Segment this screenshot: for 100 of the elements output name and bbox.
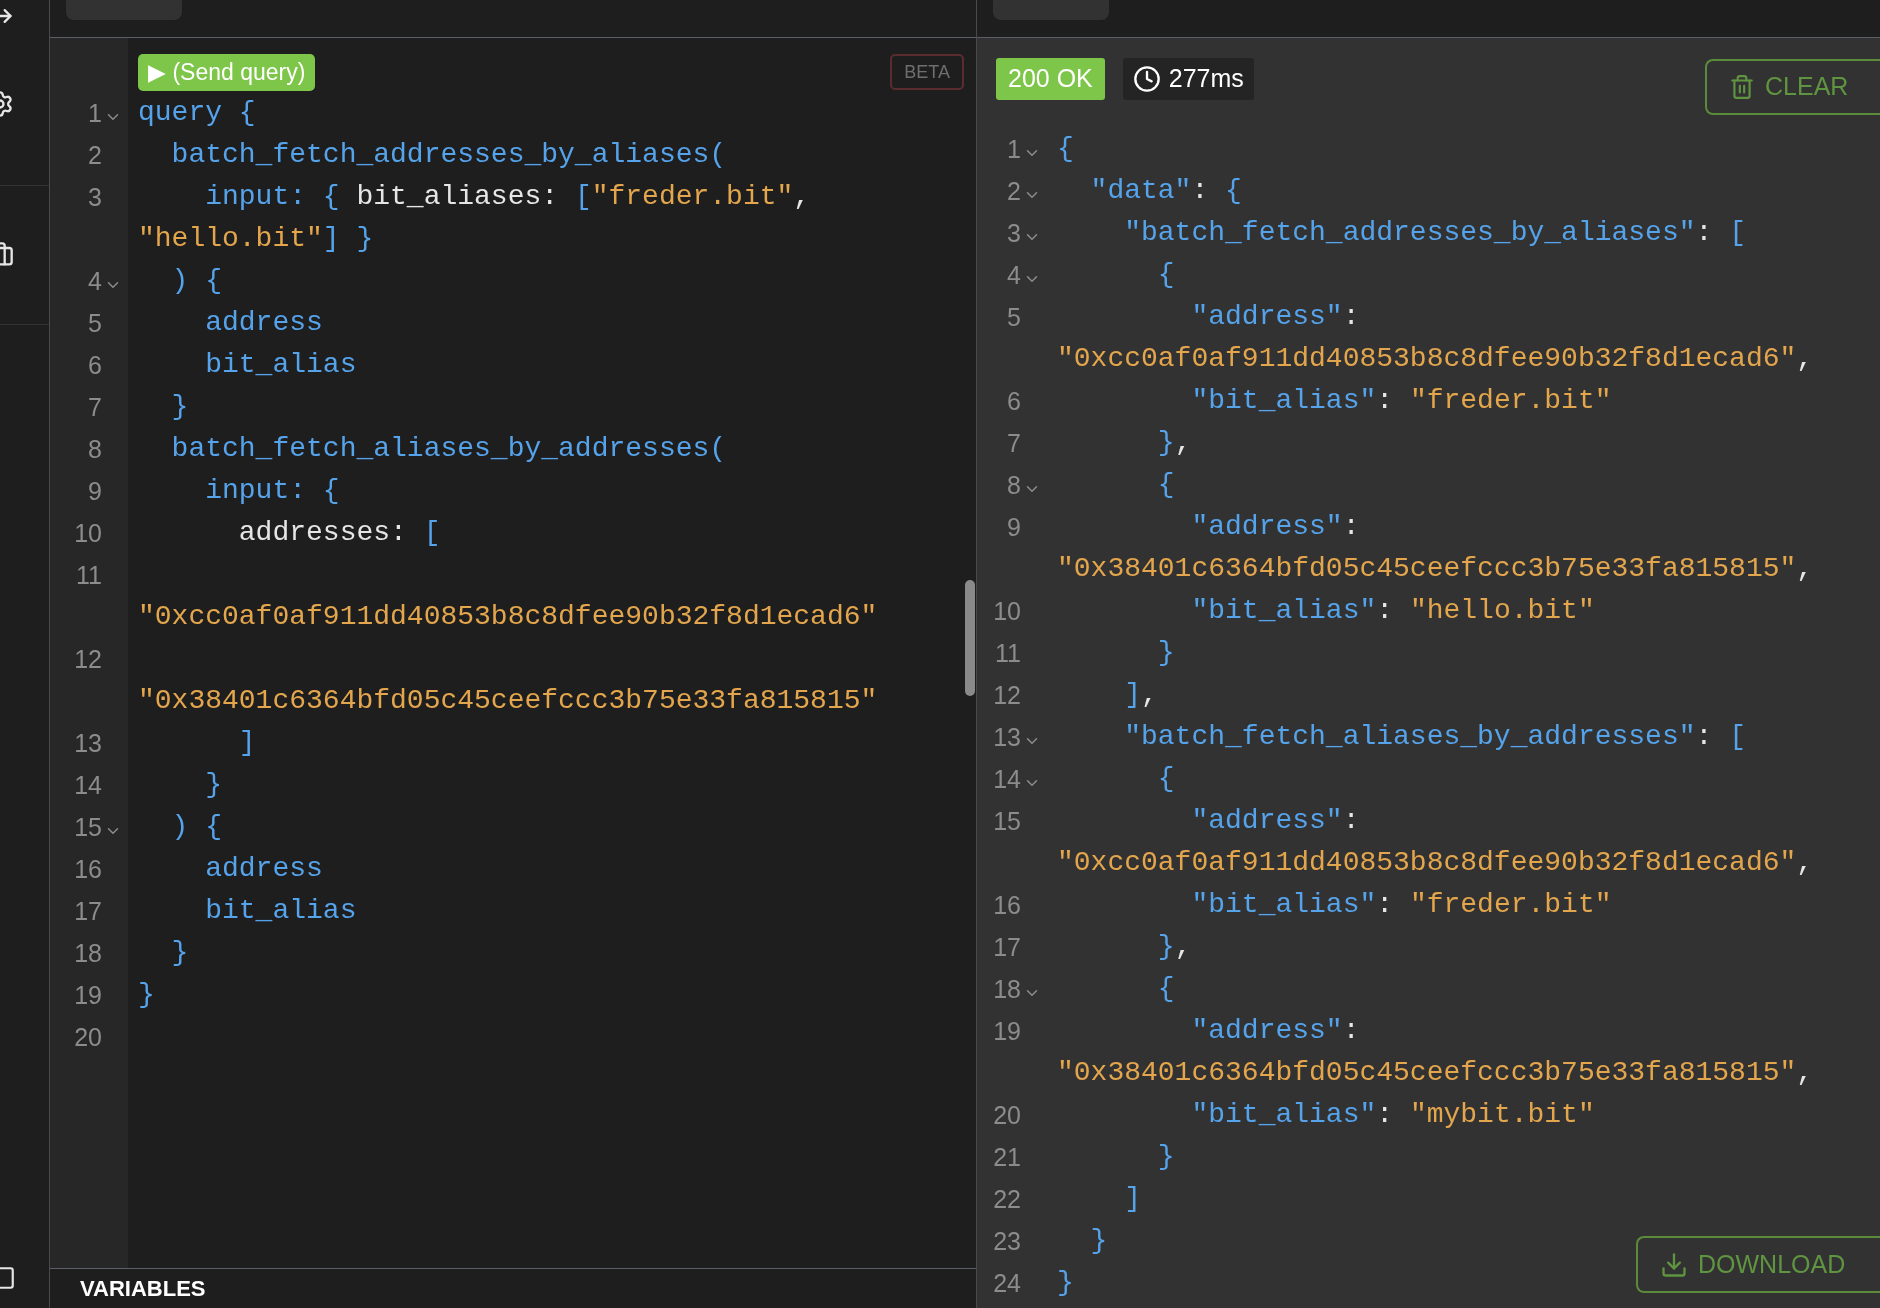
line-number: 9 [1007, 512, 1021, 543]
line-number: 18 [74, 938, 102, 969]
trash-icon [1729, 74, 1755, 100]
line-number: 2 [88, 140, 102, 171]
line-number: 16 [993, 890, 1021, 921]
line-number: 5 [88, 308, 102, 339]
code-line: batch_fetch_aliases_by_addresses( [170, 432, 727, 466]
code-line: address [204, 852, 323, 886]
clear-button[interactable]: CLEAR [1705, 59, 1880, 115]
line-number: 14 [993, 764, 1021, 795]
line-number: 18 [993, 974, 1021, 1005]
scrollbar-thumb[interactable] [965, 580, 975, 696]
code-line: } [1156, 636, 1175, 670]
code-line: "0xcc0af0af911dd40853b8c8dfee90b32f8d1ecad6", [1057, 342, 1814, 376]
code-line: "address": [1190, 510, 1361, 544]
code-line: { [1156, 258, 1175, 292]
code-line: "address": [1190, 300, 1361, 334]
code-line: "0xcc0af0af911dd40853b8c8dfee90b32f8d1ecad6" [138, 600, 878, 634]
code-line: { [1156, 762, 1175, 796]
line-number: 19 [74, 980, 102, 1011]
code-line: input: { bit_aliases: ["freder.bit", [204, 180, 811, 214]
line-number: 22 [993, 1184, 1021, 1215]
code-line: "batch_fetch_addresses_by_aliases": [ [1123, 216, 1746, 250]
line-number: 1 [1007, 134, 1021, 165]
download-icon [1660, 1250, 1688, 1279]
code-line: { [1156, 972, 1175, 1006]
line-number: 3 [1007, 218, 1021, 249]
line-number: 4 [1007, 260, 1021, 291]
variables-header[interactable]: VARIABLES [80, 1272, 206, 1305]
code-line: } [1057, 1266, 1074, 1300]
line-number: 11 [76, 560, 102, 591]
line-number: 15 [74, 812, 102, 843]
code-line: } [138, 978, 155, 1012]
code-line: "bit_alias": "mybit.bit" [1190, 1098, 1595, 1132]
code-line: "batch_fetch_aliases_by_addresses": [ [1123, 720, 1746, 754]
code-line: ], [1123, 678, 1158, 712]
code-line: "0x38401c6364bfd05c45ceefccc3b75e33fa815815", [1057, 1056, 1814, 1090]
line-number: 13 [74, 728, 102, 759]
code-line: "data": { [1089, 174, 1242, 208]
code-line: } [204, 768, 222, 802]
download-button[interactable]: DOWNLOAD [1636, 1236, 1880, 1293]
code-line: batch_fetch_addresses_by_aliases( [170, 138, 727, 172]
code-line: }, [1156, 426, 1192, 460]
code-line: ] [237, 726, 256, 760]
line-number: 8 [1007, 470, 1021, 501]
line-number: 21 [993, 1142, 1021, 1173]
line-number: 10 [993, 596, 1021, 627]
code-line: input: { [204, 474, 340, 508]
line-number: 5 [1007, 302, 1021, 333]
line-number: 16 [74, 854, 102, 885]
line-number: 12 [74, 644, 102, 675]
line-number: 2 [1007, 176, 1021, 207]
code-line: "bit_alias": "hello.bit" [1190, 594, 1595, 628]
line-number: 10 [74, 518, 102, 549]
code-line: } [170, 390, 189, 424]
line-number: 4 [88, 266, 102, 297]
code-line: "address": [1190, 1014, 1361, 1048]
code-line: "address": [1190, 804, 1361, 838]
line-number: 12 [993, 680, 1021, 711]
code-line: "hello.bit"] } [138, 222, 375, 256]
line-number: 17 [993, 932, 1021, 963]
line-number: 7 [88, 392, 102, 423]
line-number: 14 [74, 770, 102, 801]
code-line: addresses: [ [237, 516, 441, 550]
code-line: bit_alias [204, 894, 357, 928]
status-badge: 200 OK [996, 58, 1105, 100]
line-number: 9 [88, 476, 102, 507]
line-number: 23 [993, 1226, 1021, 1257]
code-line: } [1156, 1140, 1175, 1174]
code-line: "0x38401c6364bfd05c45ceefccc3b75e33fa815815" [138, 684, 878, 718]
code-line: { [1057, 132, 1074, 166]
line-number: 13 [993, 722, 1021, 753]
send-query-button[interactable]: ▶ (Send query) [138, 53, 316, 91]
line-number: 7 [1007, 428, 1021, 459]
code-line: query { [138, 96, 256, 130]
line-number: 3 [88, 182, 102, 213]
code-line: }, [1156, 930, 1192, 964]
code-line: bit_alias [204, 348, 357, 382]
line-number: 11 [995, 638, 1021, 669]
code-line: "bit_alias": "freder.bit" [1190, 384, 1612, 418]
line-number: 24 [993, 1268, 1021, 1299]
code-line: "bit_alias": "freder.bit" [1190, 888, 1612, 922]
line-number: 1 [88, 98, 102, 129]
line-number: 8 [88, 434, 102, 465]
code-line: "0xcc0af0af911dd40853b8c8dfee90b32f8d1ecad6", [1057, 846, 1814, 880]
line-number: 17 [74, 896, 102, 927]
response-time: 277ms [1122, 58, 1254, 100]
code-line: "0x38401c6364bfd05c45ceefccc3b75e33fa815815", [1057, 552, 1814, 586]
line-number: 20 [74, 1022, 102, 1053]
code-line: } [170, 936, 189, 970]
beta-badge: BETA [890, 54, 964, 90]
line-number: 6 [1007, 386, 1021, 417]
line-number: 15 [993, 806, 1021, 837]
code-line: } [1089, 1224, 1108, 1258]
code-line: ] [1123, 1182, 1141, 1216]
line-number: 20 [993, 1100, 1021, 1131]
line-number: 6 [88, 350, 102, 381]
code-line: address [204, 306, 323, 340]
line-number: 19 [993, 1016, 1021, 1047]
code-line: ) { [170, 264, 222, 298]
